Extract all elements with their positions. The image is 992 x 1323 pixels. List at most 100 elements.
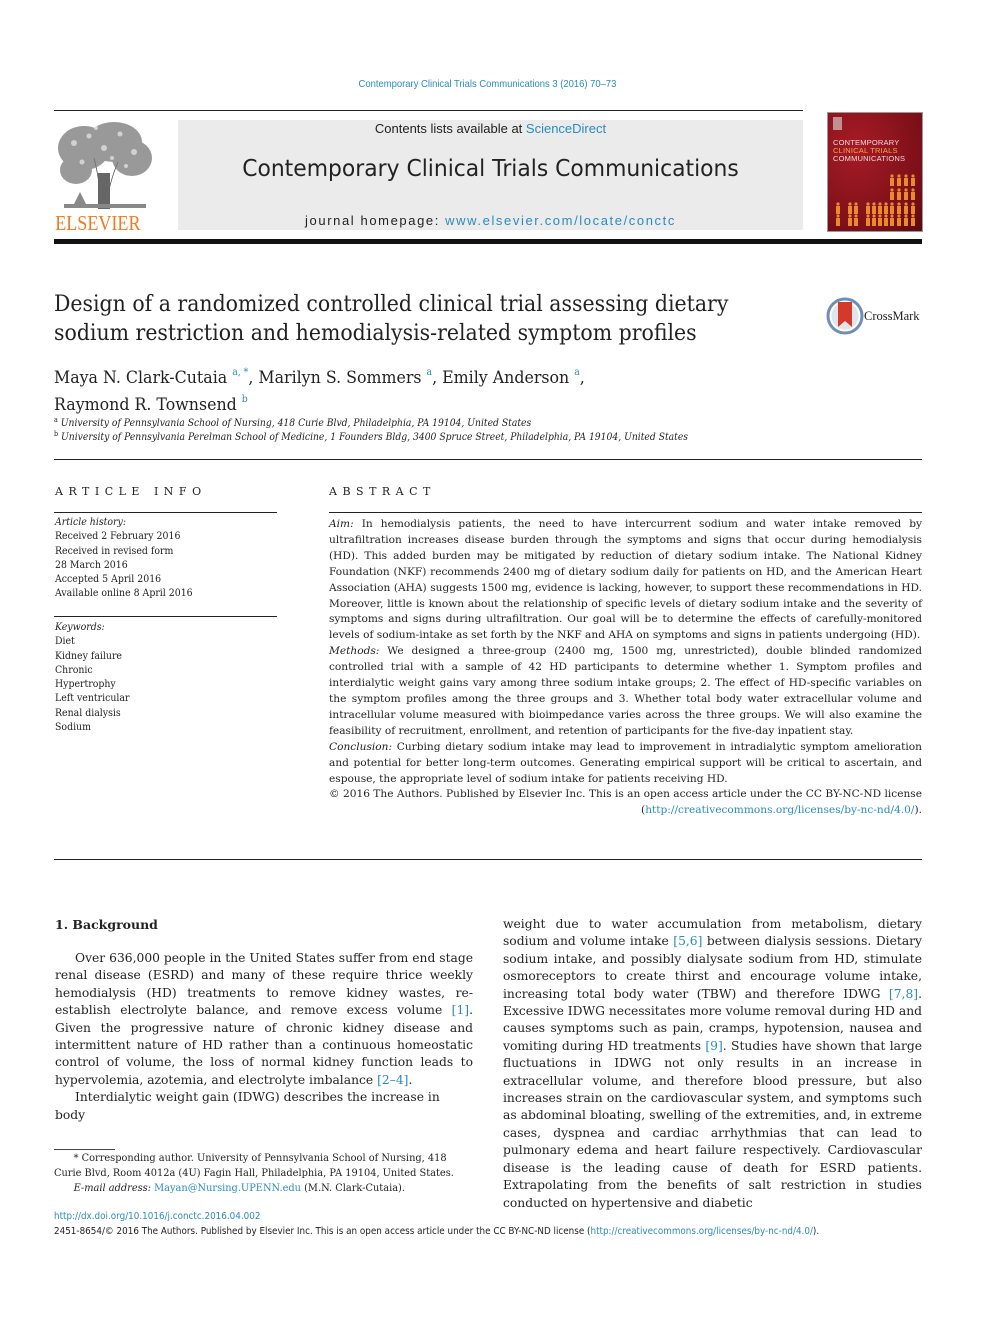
person-head — [890, 214, 894, 218]
keyword: Renal dialysis — [55, 707, 121, 719]
person-head — [884, 202, 888, 206]
person-head — [897, 188, 901, 192]
affiliation-mark: b — [54, 430, 59, 438]
header-thick-rule — [54, 239, 922, 244]
license-end: ). — [914, 804, 922, 817]
person-head — [854, 202, 858, 206]
person-head — [878, 202, 882, 206]
body-paragraph: Over 636,000 people in the United States… — [55, 950, 473, 1089]
email-label: E-mail address: — [73, 1182, 152, 1194]
person-body — [836, 206, 840, 214]
license-link[interactable]: http://creativecommons.org/licenses/by-n… — [645, 804, 914, 816]
history-item: Available online 8 April 2016 — [55, 588, 193, 600]
body-text: . — [408, 1072, 413, 1087]
person-body — [897, 206, 901, 214]
email-link[interactable]: Mayan@Nursing.UPENN.edu — [154, 1183, 301, 1194]
person-body — [890, 206, 894, 214]
author-separator: , — [579, 368, 585, 388]
body-column-right: weight due to water accumulation from me… — [503, 916, 922, 1212]
footer-license-link[interactable]: http://creativecommons.org/licenses/by-n… — [590, 1226, 812, 1237]
affiliation-rule — [54, 459, 922, 460]
person-head — [911, 174, 915, 178]
contents-prefix: Contents lists available at — [374, 121, 526, 136]
person-body — [872, 218, 876, 226]
reference-link[interactable]: [7,8] — [889, 987, 918, 1001]
methods-text: We designed a three-group (2400 mg, 1500… — [329, 645, 922, 737]
keyword: Left ventricular — [55, 693, 130, 705]
person-head — [904, 188, 908, 192]
person-body — [911, 192, 915, 200]
history-item: Received 2 February 2016 — [55, 531, 181, 543]
article-history: Article history: Received 2 February 201… — [55, 516, 193, 602]
person-head — [890, 174, 894, 178]
body-text: Interdialytic weight gain (IDWG) describ… — [55, 1090, 440, 1122]
author-affil-mark[interactable]: b — [242, 394, 248, 405]
person-head — [848, 202, 852, 206]
conclusion-text: Curbing dietary sodium intake may lead t… — [329, 740, 922, 785]
history-item: Received in revised form — [55, 545, 174, 557]
person-head — [911, 214, 915, 218]
person-body — [848, 218, 852, 226]
reference-link[interactable]: [5,6] — [673, 934, 702, 948]
person-head — [897, 202, 901, 206]
reference-link[interactable]: [1] — [452, 1003, 469, 1017]
abstract-license: © 2016 The Authors. Published by Elsevie… — [329, 787, 922, 819]
body-text: . Studies have shown that large fluctuat… — [503, 1038, 922, 1210]
person-body — [866, 218, 870, 226]
corresponding-author-note: * Corresponding author. University of Pe… — [54, 1153, 454, 1179]
person-head — [897, 174, 901, 178]
person-body — [897, 192, 901, 200]
author-affil-mark[interactable]: a, * — [232, 367, 248, 378]
homepage-link[interactable]: www.elsevier.com/locate/conctc — [445, 213, 676, 228]
abstract-conclusion: Conclusion: Curbing dietary sodium intak… — [329, 740, 922, 788]
author-name[interactable]: Raymond R. Townsend — [54, 395, 237, 415]
person-body — [890, 218, 894, 226]
affiliation-text: University of Pennsylvania School of Nur… — [60, 418, 532, 429]
reference-link[interactable]: [2–4] — [377, 1073, 408, 1087]
person-head — [848, 214, 852, 218]
person-head — [836, 202, 840, 206]
affiliation-text: University of Pennsylvania Perelman Scho… — [61, 432, 689, 443]
author-separator: , — [248, 368, 259, 388]
person-head — [890, 188, 894, 192]
person-head — [911, 188, 915, 192]
author-list: Maya N. Clark-Cutaia a, *, Marilyn S. So… — [54, 362, 742, 416]
cover-people-icon — [836, 174, 915, 226]
person-head — [911, 202, 915, 206]
author-name[interactable]: Marilyn S. Sommers — [258, 368, 421, 388]
doi-link[interactable]: http://dx.doi.org/10.1016/j.conctc.2016.… — [54, 1211, 260, 1222]
person-head — [872, 202, 876, 206]
aim-text: In hemodialysis patients, the need to ha… — [329, 518, 922, 642]
journal-cover[interactable]: CONTEMPORARY CLINICAL TRIALS COMMUNICATI… — [827, 112, 923, 232]
aim-label: Aim: — [329, 518, 354, 530]
crossmark-label[interactable]: CrossMark — [864, 309, 920, 324]
person-body — [878, 206, 882, 214]
author-name[interactable]: Maya N. Clark-Cutaia — [54, 368, 227, 388]
history-item: 28 March 2016 — [55, 559, 128, 571]
keyword: Hypertrophy — [55, 679, 116, 691]
body-text: Over 636,000 people in the United States… — [55, 951, 473, 1018]
keyword: Sodium — [55, 722, 91, 734]
journal-citation[interactable]: Contemporary Clinical Trials Communicati… — [49, 78, 927, 90]
affiliation-a: a University of Pennsylvania School of N… — [54, 416, 531, 429]
journal-homepage: journal homepage: www.elsevier.com/locat… — [178, 213, 803, 228]
methods-label: Methods: — [329, 645, 380, 658]
footnote: * Corresponding author. University of Pe… — [54, 1152, 466, 1196]
person-head — [854, 214, 858, 218]
keyword: Kidney failure — [55, 650, 122, 662]
abstract-aim: Aim: In hemodialysis patients, the need … — [329, 517, 922, 644]
person-body — [911, 206, 915, 214]
sciencedirect-link[interactable]: ScienceDirect — [526, 121, 606, 136]
author-name[interactable]: Emily Anderson — [442, 368, 569, 388]
body-paragraph: Interdialytic weight gain (IDWG) describ… — [55, 1089, 473, 1124]
author-separator: , — [432, 368, 443, 388]
keyword: Chronic — [55, 664, 93, 676]
affiliation-mark: a — [54, 416, 58, 424]
person-head — [878, 214, 882, 218]
body-column-left: Over 636,000 people in the United States… — [55, 950, 473, 1124]
reference-link[interactable]: [9] — [705, 1039, 722, 1053]
person-body — [848, 206, 852, 214]
journal-title: Contemporary Clinical Trials Communicati… — [242, 156, 739, 182]
person-head — [866, 202, 870, 206]
article-info-rule — [54, 512, 277, 513]
